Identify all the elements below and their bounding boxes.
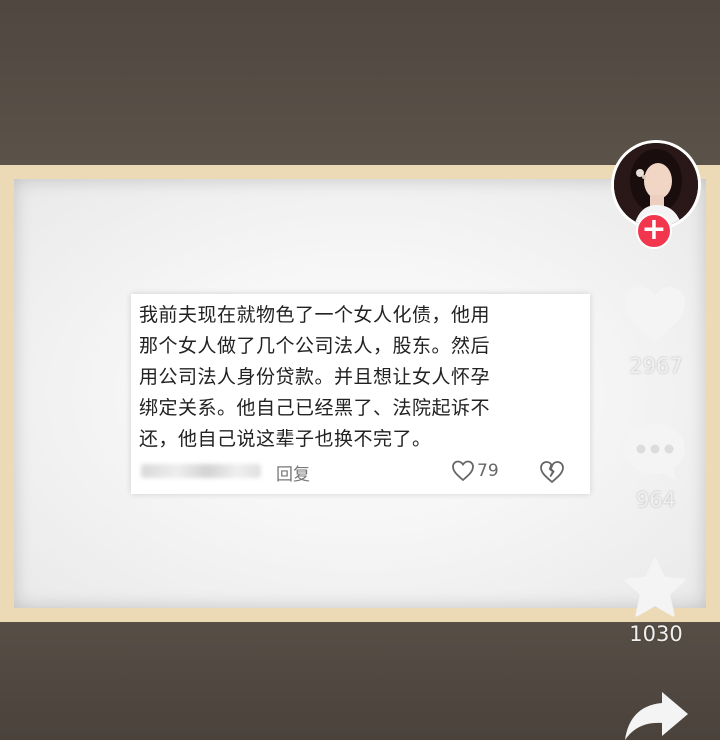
- comment-count: 964: [635, 488, 677, 512]
- reply-button[interactable]: 回复: [276, 460, 310, 485]
- comment-like-button[interactable]: 79: [451, 460, 499, 482]
- background-top: [0, 0, 720, 165]
- heart-icon[interactable]: [622, 284, 688, 346]
- comment-text: 我前夫现在就物色了一个女人化债，他用 那个女人做了几个公司法人，股东。然后 用公…: [139, 300, 579, 455]
- share-arrow-icon[interactable]: [622, 688, 690, 740]
- heart-icon: [452, 460, 474, 482]
- comment-like-count: 79: [477, 461, 499, 481]
- broken-heart-icon[interactable]: [539, 460, 565, 484]
- like-count: 2967: [629, 354, 683, 378]
- comment-card: 我前夫现在就物色了一个女人化债，他用 那个女人做了几个公司法人，股东。然后 用公…: [131, 294, 590, 494]
- comment-line: 那个女人做了几个公司法人，股东。然后: [139, 335, 491, 357]
- comment-line: 用公司法人身份贷款。并且想让女人怀孕: [139, 366, 491, 388]
- comment-meta-row: 回复 79: [139, 460, 579, 485]
- comment-line: 我前夫现在就物色了一个女人化债，他用: [139, 304, 491, 326]
- star-icon[interactable]: [622, 556, 688, 620]
- favorite-count: 1030: [629, 622, 683, 646]
- chat-bubble-icon[interactable]: [622, 420, 688, 484]
- follow-button[interactable]: +: [636, 213, 672, 249]
- author-name-blurred: [141, 464, 261, 478]
- comment-line: 绑定关系。他自己已经黑了、法院起诉不: [139, 397, 491, 419]
- comment-line: 还，他自己说这辈子也换不完了。: [139, 428, 432, 450]
